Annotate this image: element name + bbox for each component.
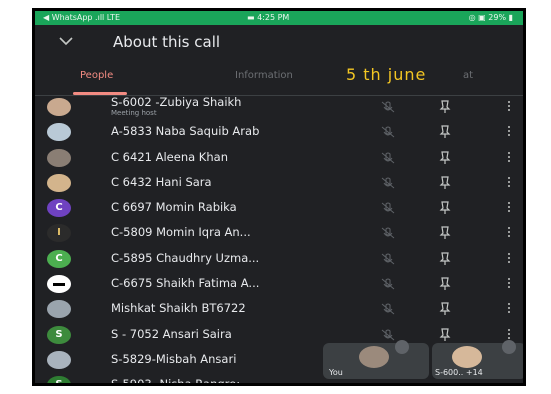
participant-name: S - 7052 Ansari Saira: [111, 326, 232, 341]
avatar: I: [47, 224, 71, 243]
tab-people[interactable]: People: [80, 70, 113, 81]
pin-icon[interactable]: [439, 226, 451, 240]
avatar: [47, 350, 71, 369]
participant-row[interactable]: A-5833 Naba Saquib Arab: [35, 120, 523, 145]
chevron-down-icon[interactable]: [59, 36, 73, 46]
participant-row[interactable]: S-6002 -Zubiya Shaikh Meeting host: [35, 95, 523, 120]
more-options-icon[interactable]: [507, 252, 511, 266]
pin-icon[interactable]: [439, 150, 451, 165]
mic-off-icon: [381, 303, 395, 315]
pin-icon[interactable]: [439, 125, 451, 139]
avatar: S: [47, 376, 71, 383]
participant-row[interactable]: C 6421 Aleena Khan: [35, 146, 523, 171]
more-options-icon[interactable]: [507, 125, 511, 139]
mic-off-icon: [381, 329, 395, 341]
status-bar: ◀ WhatsApp .ıll LTE ▬ 4:25 PM ◎ ▣ 29% ▮: [35, 11, 523, 25]
mic-off-icon: [381, 253, 395, 265]
self-video-tile[interactable]: You: [323, 340, 429, 379]
participant-name: C-6675 Shaikh Fatima A...: [111, 276, 260, 291]
status-time: ▬ 4:25 PM: [247, 13, 290, 22]
mic-off-icon: [381, 202, 395, 214]
participant-row[interactable]: C 6432 Hani Sara: [35, 171, 523, 196]
participant-name: Mishkat Shaikh BT6722: [111, 301, 246, 316]
participant-name: S-6002 -Zubiya Shaikh: [111, 95, 242, 109]
participant-video-tile[interactable]: S-600.. +14: [432, 340, 523, 379]
pin-icon[interactable]: [439, 201, 451, 215]
tab-bar: People Information at 5 th june: [35, 59, 523, 96]
avatar: [47, 275, 71, 294]
pin-icon[interactable]: [439, 277, 451, 291]
avatar: [47, 148, 71, 167]
more-options-icon[interactable]: [507, 201, 511, 215]
participant-role: Meeting host: [111, 109, 157, 117]
status-right: ◎ ▣ 29% ▮: [468, 13, 513, 22]
avatar: [359, 346, 389, 368]
avatar: [47, 98, 71, 116]
mic-off-icon: [381, 126, 395, 138]
pin-icon[interactable]: [439, 328, 451, 342]
tab-chat[interactable]: at: [463, 70, 473, 81]
tab-information[interactable]: Information: [235, 70, 293, 81]
phone-screen: ◀ WhatsApp .ıll LTE ▬ 4:25 PM ◎ ▣ 29% ▮ …: [32, 8, 526, 386]
participant-name: C 6421 Aleena Khan: [111, 149, 228, 164]
pin-icon[interactable]: [439, 302, 451, 316]
avatar: S: [47, 325, 71, 344]
header: About this call: [35, 25, 523, 59]
pin-icon[interactable]: [439, 100, 451, 114]
more-options-icon[interactable]: [507, 277, 511, 291]
tile-label-other: S-600.. +14: [435, 368, 483, 377]
avatar: [47, 173, 71, 192]
avatar: [47, 300, 71, 319]
muted-icon: [395, 340, 409, 354]
participant-row[interactable]: C-6675 Shaikh Fatima A...: [35, 272, 523, 297]
participant-row[interactable]: I C-5809 Momin Iqra An...: [35, 221, 523, 246]
tile-label-you: You: [329, 368, 343, 377]
more-options-icon[interactable]: [507, 151, 511, 165]
muted-icon: [502, 340, 516, 354]
participant-row[interactable]: C C 6697 Momin Rabika: [35, 196, 523, 221]
avatar: [452, 346, 482, 368]
avatar: C: [47, 249, 71, 268]
avatar: [47, 123, 71, 142]
mic-off-icon: [381, 177, 395, 189]
participant-name: C 6697 Momin Rabika: [111, 200, 237, 215]
participant-name: A-5833 Naba Saquib Arab: [111, 124, 260, 139]
mic-off-icon: [381, 101, 395, 113]
status-left: ◀ WhatsApp .ıll LTE: [43, 13, 121, 22]
mic-off-icon: [381, 227, 395, 239]
more-options-icon[interactable]: [507, 100, 511, 114]
page-title: About this call: [113, 33, 221, 51]
more-options-icon[interactable]: [507, 226, 511, 240]
participant-name: C-5895 Chaudhry Uzma...: [111, 250, 260, 265]
more-options-icon[interactable]: [507, 302, 511, 316]
participant-row[interactable]: C C-5895 Chaudhry Uzma...: [35, 247, 523, 272]
more-options-icon[interactable]: [507, 176, 511, 190]
mic-off-icon: [381, 278, 395, 290]
mic-off-icon: [381, 152, 395, 163]
participant-row[interactable]: Mishkat Shaikh BT6722: [35, 297, 523, 322]
participant-name: S-5829-Misbah Ansari: [111, 351, 237, 366]
participant-name: S-5903- Nisha Rangre:: [111, 377, 241, 386]
participant-name: C-5809 Momin Iqra An...: [111, 225, 251, 240]
pin-icon[interactable]: [439, 252, 451, 266]
avatar: C: [47, 199, 71, 218]
date-annotation: 5 th june: [346, 65, 427, 84]
pin-icon[interactable]: [439, 176, 451, 190]
participant-name: C 6432 Hani Sara: [111, 174, 212, 189]
